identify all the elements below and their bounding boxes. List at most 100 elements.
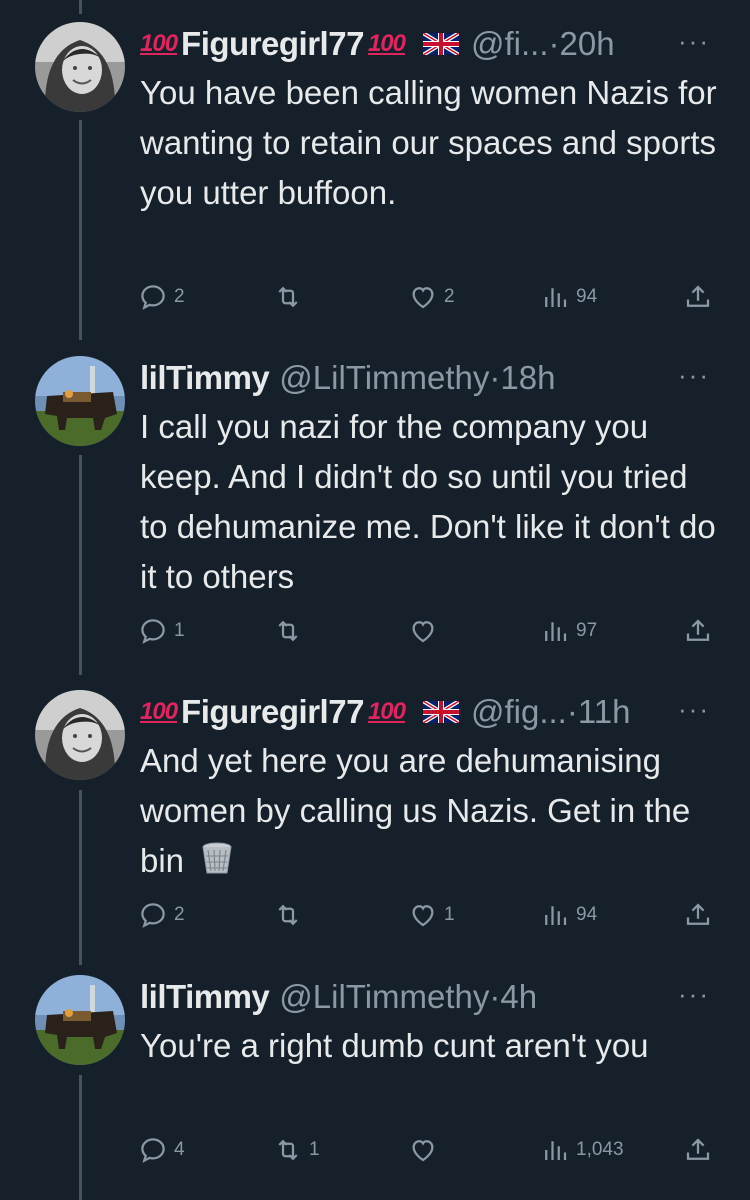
reply-icon bbox=[141, 903, 165, 928]
action-bar: 4 1 1,043 bbox=[138, 1130, 718, 1170]
retweet-icon bbox=[278, 904, 298, 926]
avatar[interactable] bbox=[35, 975, 125, 1065]
share-button[interactable] bbox=[683, 895, 713, 935]
hundred-icon: 100 bbox=[140, 30, 178, 57]
hundred-icon: 100 bbox=[367, 698, 406, 725]
reply-count: 4 bbox=[174, 1139, 185, 1160]
view-count: 97 bbox=[576, 620, 598, 641]
tweet-header: 100 Figuregirl77 100 @fi... · 20h bbox=[140, 22, 710, 66]
reply-button[interactable]: 4 bbox=[138, 1130, 185, 1170]
share-button[interactable] bbox=[683, 1130, 713, 1170]
views-button[interactable]: 94 bbox=[540, 277, 597, 317]
heart-icon bbox=[412, 287, 434, 309]
avatar-bull-image bbox=[35, 356, 125, 446]
views-chart-icon bbox=[545, 906, 567, 925]
handle[interactable]: @LilTimmethy bbox=[279, 359, 489, 397]
avatar-woman-image bbox=[35, 22, 125, 112]
separator: · bbox=[566, 693, 578, 730]
display-name[interactable]: lilTimmy bbox=[140, 978, 270, 1016]
handle[interactable]: @fi... bbox=[471, 25, 549, 63]
heart-icon bbox=[412, 1140, 434, 1162]
reply-count: 2 bbox=[174, 286, 185, 307]
view-count: 94 bbox=[576, 904, 598, 925]
thread-line bbox=[79, 0, 82, 14]
reply-count: 1 bbox=[174, 620, 185, 641]
like-button[interactable]: 2 bbox=[408, 277, 455, 317]
action-bar: 2 1 94 bbox=[138, 895, 718, 935]
hundred-icon: 100 bbox=[140, 698, 178, 725]
tweet-header: 100 Figuregirl77 100 @fig... · 11h bbox=[140, 690, 710, 734]
avatar-bull-image bbox=[35, 975, 125, 1065]
retweet-icon bbox=[278, 1139, 298, 1161]
display-name[interactable]: Figuregirl77 bbox=[181, 25, 364, 63]
tweet-text: And yet here you are dehumanising women … bbox=[140, 736, 720, 886]
share-button[interactable] bbox=[683, 277, 713, 317]
like-count: 2 bbox=[444, 286, 455, 307]
retweet-button[interactable] bbox=[273, 611, 309, 651]
display-name[interactable]: Figuregirl77 bbox=[181, 693, 364, 731]
reply-icon bbox=[141, 285, 165, 310]
timestamp[interactable]: 20h bbox=[560, 25, 615, 63]
share-icon bbox=[686, 1138, 710, 1160]
more-options-icon[interactable]: ··· bbox=[678, 694, 710, 725]
like-count: 1 bbox=[444, 904, 455, 925]
reply-button[interactable]: 2 bbox=[138, 895, 185, 935]
retweet-icon bbox=[278, 286, 298, 308]
action-bar: 1 97 bbox=[138, 611, 718, 651]
reply-icon bbox=[141, 619, 165, 644]
handle[interactable]: @LilTimmethy bbox=[279, 978, 489, 1016]
reply-button[interactable]: 2 bbox=[138, 277, 185, 317]
timestamp[interactable]: 11h bbox=[578, 693, 631, 731]
tweet-text: I call you nazi for the company you keep… bbox=[140, 408, 716, 595]
views-chart-icon bbox=[545, 1141, 567, 1160]
more-options-icon[interactable]: ··· bbox=[678, 979, 710, 1010]
action-bar: 2 2 94 bbox=[138, 277, 718, 317]
retweet-button[interactable] bbox=[273, 277, 309, 317]
separator: · bbox=[489, 359, 501, 396]
views-button[interactable]: 94 bbox=[540, 895, 597, 935]
avatar[interactable] bbox=[35, 22, 125, 112]
views-button[interactable]: 1,043 bbox=[540, 1130, 624, 1170]
views-chart-icon bbox=[545, 622, 567, 641]
like-button[interactable] bbox=[408, 1130, 444, 1170]
heart-icon bbox=[412, 621, 434, 643]
like-button[interactable] bbox=[408, 611, 444, 651]
reply-button[interactable]: 1 bbox=[138, 611, 185, 651]
avatar-woman-image bbox=[35, 690, 125, 780]
tweet[interactable]: 100 Figuregirl77 100 @fi... · 20h ··· Yo… bbox=[0, 22, 750, 332]
tweet-text: You have been calling women Nazis for wa… bbox=[140, 74, 717, 211]
separator: · bbox=[548, 25, 560, 62]
retweet-icon bbox=[278, 620, 298, 642]
view-count: 94 bbox=[576, 286, 598, 307]
views-chart-icon bbox=[545, 288, 567, 307]
view-count: 1,043 bbox=[576, 1139, 624, 1160]
wastebasket-icon bbox=[202, 842, 232, 874]
more-options-icon[interactable]: ··· bbox=[678, 26, 710, 57]
timestamp[interactable]: 18h bbox=[500, 359, 555, 397]
retweet-button[interactable]: 1 bbox=[273, 1130, 320, 1170]
timestamp[interactable]: 4h bbox=[500, 978, 537, 1016]
share-icon bbox=[686, 619, 710, 641]
share-icon bbox=[686, 285, 710, 307]
tweet[interactable]: 100 Figuregirl77 100 @fig... · 11h ··· A… bbox=[0, 690, 750, 950]
share-button[interactable] bbox=[683, 611, 713, 651]
more-options-icon[interactable]: ··· bbox=[678, 360, 710, 391]
share-icon bbox=[686, 903, 710, 925]
handle[interactable]: @fig... bbox=[471, 693, 567, 731]
tweet-text: You're a right dumb cunt aren't you bbox=[140, 1027, 649, 1064]
hundred-icon: 100 bbox=[367, 30, 406, 57]
display-name[interactable]: lilTimmy bbox=[140, 359, 270, 397]
tweet-header: lilTimmy @LilTimmethy · 4h bbox=[140, 975, 710, 1019]
heart-icon bbox=[412, 905, 434, 927]
tweet[interactable]: lilTimmy @LilTimmethy · 18h ··· I call y… bbox=[0, 356, 750, 666]
avatar[interactable] bbox=[35, 690, 125, 780]
like-button[interactable]: 1 bbox=[408, 895, 455, 935]
retweet-button[interactable] bbox=[273, 895, 309, 935]
avatar[interactable] bbox=[35, 356, 125, 446]
retweet-count: 1 bbox=[309, 1139, 320, 1160]
uk-flag-icon bbox=[422, 701, 459, 723]
uk-flag-icon bbox=[422, 33, 459, 55]
views-button[interactable]: 97 bbox=[540, 611, 597, 651]
tweet[interactable]: lilTimmy @LilTimmethy · 4h ··· You're a … bbox=[0, 975, 750, 1200]
reply-count: 2 bbox=[174, 904, 185, 925]
